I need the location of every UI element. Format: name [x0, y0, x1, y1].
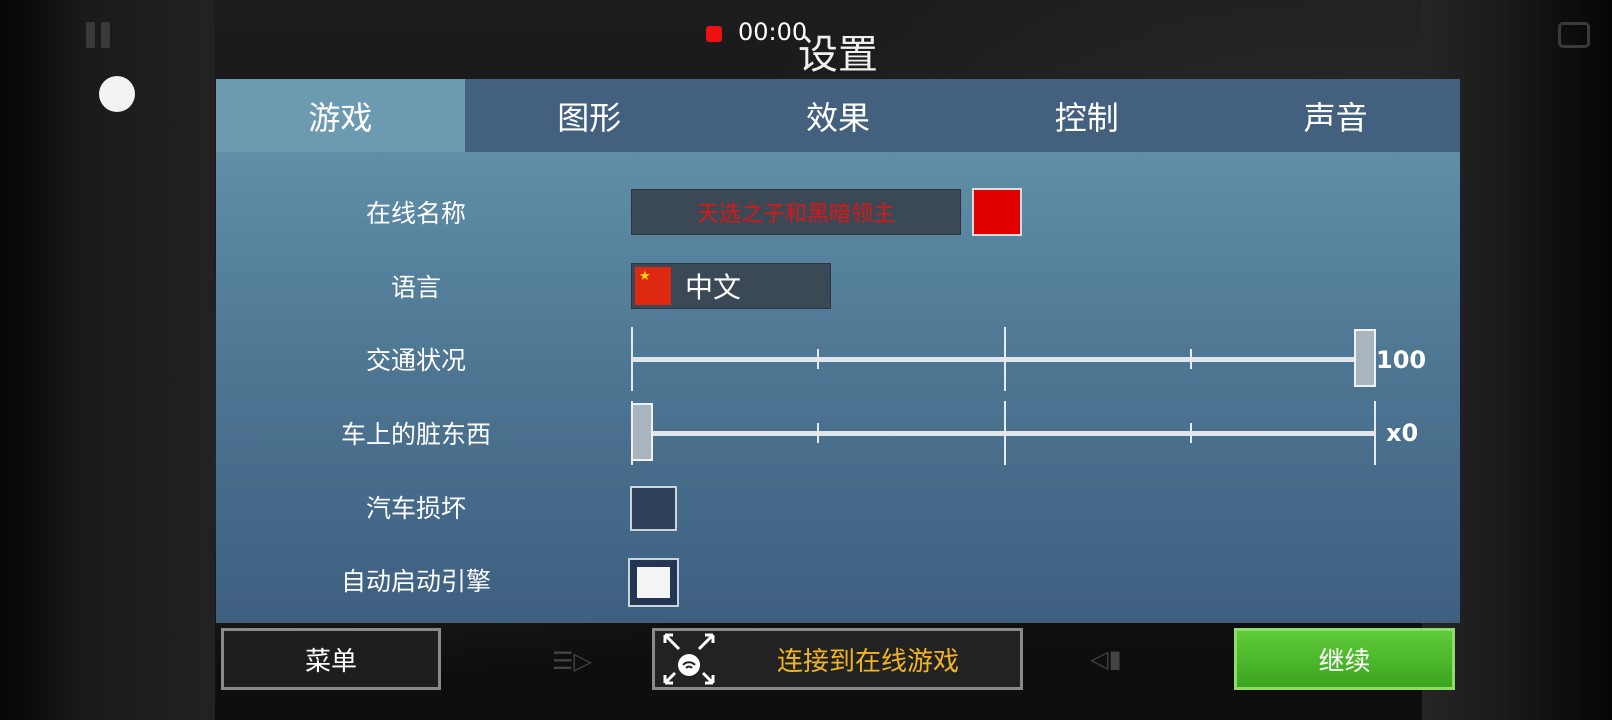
camera-icon[interactable]: [1558, 22, 1590, 48]
wifi-arrows-icon: [661, 631, 717, 687]
online-name-input[interactable]: 天选之子和黑暗领主: [631, 189, 961, 235]
slider-tick: [1003, 327, 1006, 391]
name-color-swatch[interactable]: [972, 188, 1022, 236]
slider-tick: [817, 349, 820, 369]
record-icon: [706, 26, 722, 42]
slider-thumb[interactable]: [631, 403, 653, 461]
online-button[interactable]: 连接到在线游戏: [652, 628, 1023, 690]
car-damage-checkbox[interactable]: [630, 486, 677, 531]
slider-thumb[interactable]: [1354, 329, 1376, 387]
slider-tick: [817, 423, 820, 443]
online-button-label: 连接到在线游戏: [777, 646, 960, 677]
tab-bar: 游戏 图形 效果 控制 声音: [216, 79, 1460, 152]
horn-icon[interactable]: ◁▮: [1090, 645, 1122, 673]
traffic-value: 100: [1376, 346, 1427, 374]
slider-tick: [1189, 349, 1192, 369]
dirt-slider[interactable]: [631, 401, 1376, 465]
dirt-label: 车上的脏东西: [340, 420, 491, 449]
traffic-slider[interactable]: [631, 327, 1376, 391]
tab-graphics[interactable]: 图形: [465, 79, 714, 152]
dirt-value: x0: [1386, 419, 1419, 447]
headlight-icon[interactable]: ☰▷: [552, 647, 592, 675]
slider-tick: [1003, 401, 1006, 465]
slider-tick: [631, 327, 633, 391]
auto-start-label: 自动启动引擎: [340, 567, 491, 596]
language-label: 语言: [390, 273, 441, 302]
tab-controls[interactable]: 控制: [962, 79, 1211, 152]
pause-icon[interactable]: [86, 22, 114, 48]
language-value: 中文: [685, 271, 742, 304]
settings-panel: 游戏 图形 效果 控制 声音 在线名称 天选之子和黑暗领主 语言 ★ 中文 交通…: [216, 79, 1460, 623]
traffic-label: 交通状况: [365, 346, 466, 375]
tab-effects[interactable]: 效果: [714, 79, 963, 152]
recording-time: 00:00: [738, 18, 808, 46]
tab-sound[interactable]: 声音: [1211, 79, 1460, 152]
menu-button[interactable]: 菜单: [221, 628, 441, 690]
slider-tick: [1189, 423, 1192, 443]
tab-game[interactable]: 游戏: [216, 79, 465, 152]
auto-start-checkbox[interactable]: [628, 558, 679, 607]
china-flag-icon: ★: [635, 267, 671, 305]
continue-button[interactable]: 继续: [1234, 628, 1455, 690]
page-title: 设置: [798, 32, 878, 78]
slider-tick: [1374, 401, 1376, 465]
floating-dot[interactable]: [99, 76, 135, 112]
car-damage-label: 汽车损坏: [365, 494, 466, 523]
online-name-label: 在线名称: [365, 199, 466, 228]
language-select[interactable]: ★ 中文: [631, 263, 831, 309]
